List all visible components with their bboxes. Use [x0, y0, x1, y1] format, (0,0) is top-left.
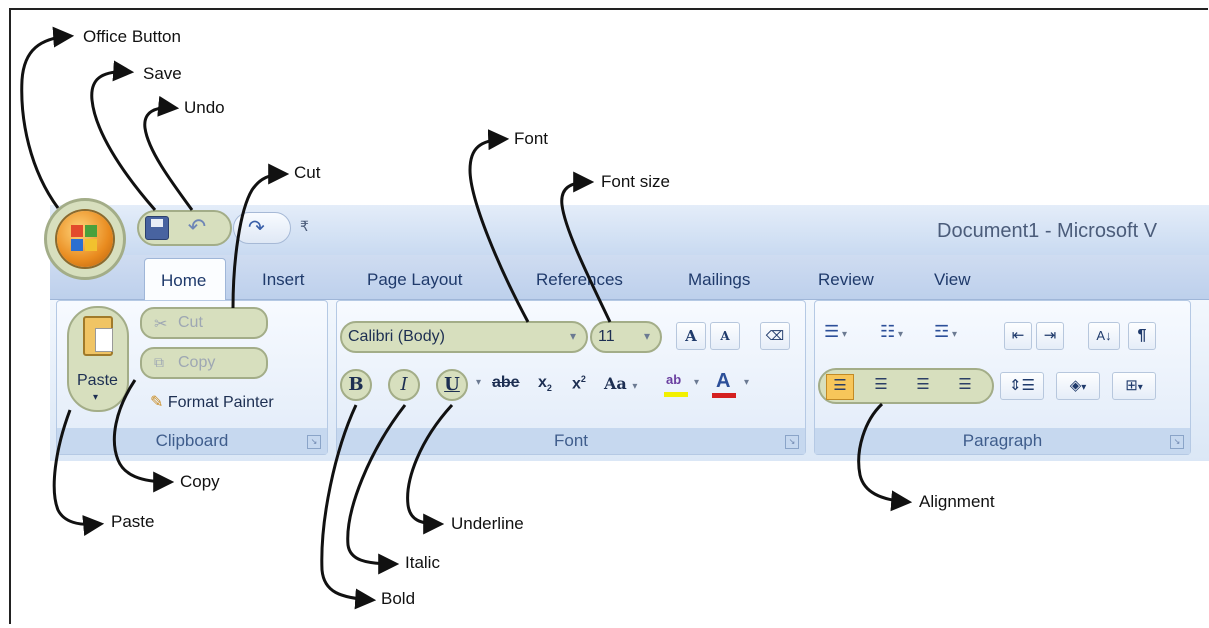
arrow-underline: [406, 403, 454, 535]
arrow-alignment: [857, 402, 913, 512]
label-office-button: Office Button: [83, 27, 181, 46]
label-font-size: Font size: [601, 172, 670, 191]
label-font: Font: [514, 129, 549, 148]
label-italic: Italic: [405, 553, 440, 572]
arrow-font-size: [560, 171, 612, 323]
arrow-bold: [320, 404, 377, 610]
label-underline: Underline: [451, 514, 524, 533]
label-cut: Cut: [294, 163, 321, 182]
label-undo: Undo: [184, 98, 225, 117]
annotation-arrows: [20, 26, 913, 610]
arrow-paste: [52, 409, 105, 536]
arrow-copy: [112, 379, 175, 493]
label-save: Save: [143, 64, 182, 83]
arrow-font: [468, 129, 530, 323]
arrow-undo: [143, 95, 194, 211]
label-copy: Copy: [180, 472, 220, 491]
label-alignment: Alignment: [919, 492, 995, 511]
arrow-office-button: [20, 26, 75, 209]
label-bold: Bold: [381, 589, 416, 608]
arrow-cut: [231, 163, 290, 309]
arrow-italic: [346, 404, 407, 575]
label-paste: Paste: [111, 512, 155, 531]
arrow-save: [90, 60, 157, 211]
